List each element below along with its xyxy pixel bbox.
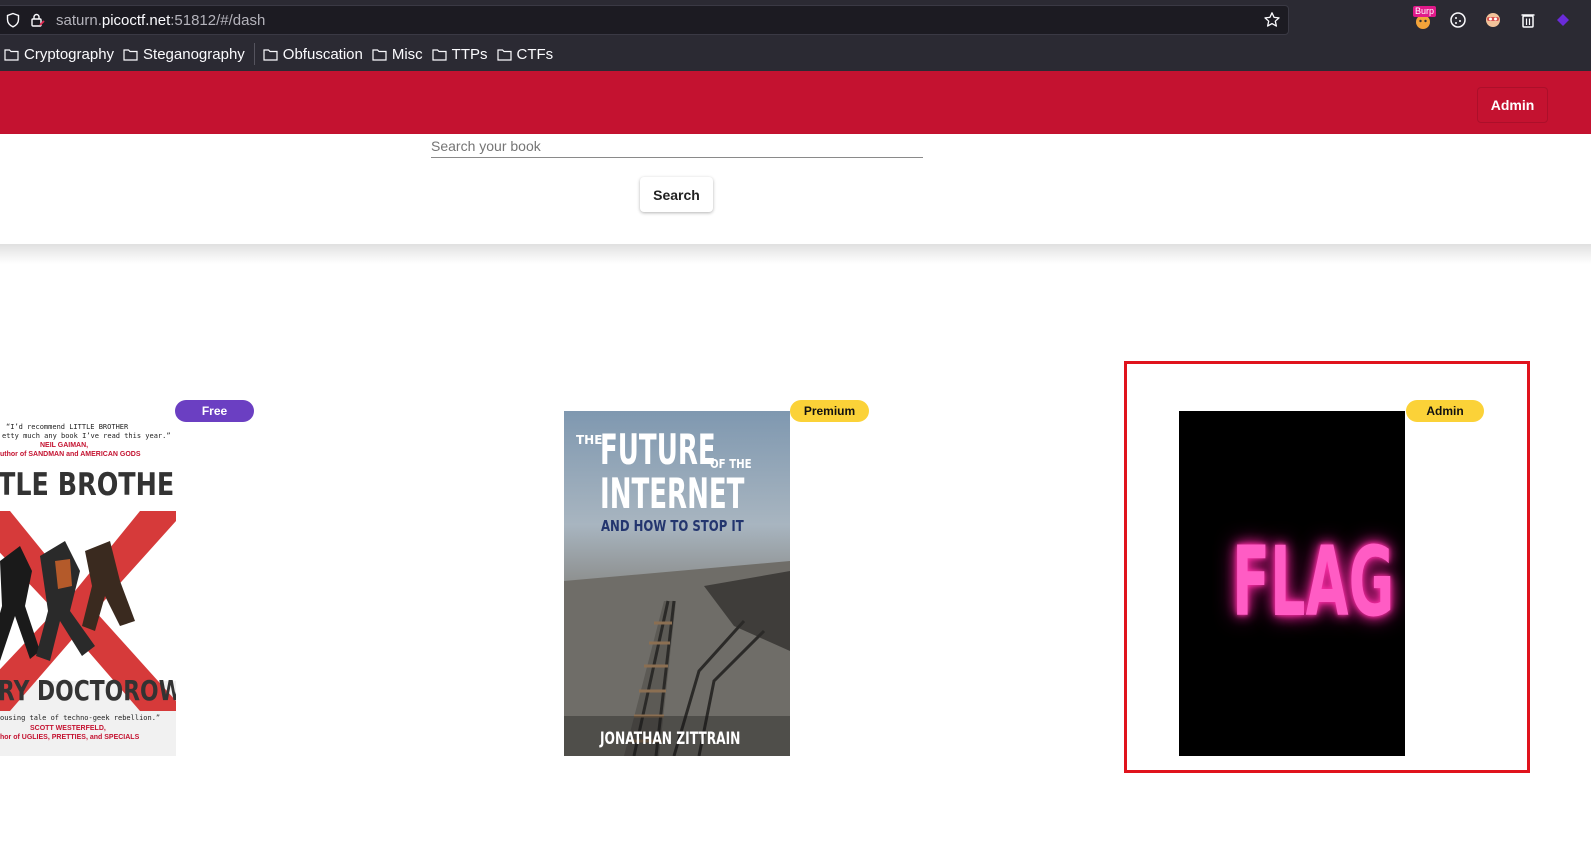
admin-button[interactable]: Admin xyxy=(1477,87,1548,123)
cover-quote-author-sub: hor of UGLIES, PRETTIES, and SPECIALS xyxy=(0,734,140,741)
section-divider xyxy=(0,244,1591,264)
cover-title-line-2: INTERNET xyxy=(600,469,745,518)
cover-quote-line: ousing tale of techno-geek rebellion.” xyxy=(0,714,161,722)
app-header: Admin xyxy=(0,71,1591,134)
search-input[interactable] xyxy=(431,134,923,158)
cover-title-flag: FLAG xyxy=(1232,526,1395,638)
bookmark-label: TTPs xyxy=(451,45,488,63)
bookmarks-bar: Cryptography Steganography Obfuscation M… xyxy=(0,42,558,66)
bookmark-folder-misc[interactable]: Misc xyxy=(368,42,428,66)
cover-author: JONATHAN ZITTRAIN xyxy=(600,729,741,749)
cover-quote-author-sub: uthor of SANDMAN and AMERICAN GODS xyxy=(0,451,141,458)
book-cover-flag[interactable]: FLAG xyxy=(1179,411,1405,756)
shield-icon[interactable] xyxy=(5,12,21,28)
badge-free: Free xyxy=(175,400,254,422)
folder-icon xyxy=(496,48,512,61)
extension-badge: Burp xyxy=(1413,6,1437,17)
folder-icon xyxy=(4,48,19,61)
bookmark-label: Steganography xyxy=(143,45,245,63)
badge-admin: Admin xyxy=(1406,400,1484,422)
address-bar[interactable]: saturn.picoctf.net:51812/#/dash xyxy=(0,5,1289,35)
browser-toolbar: saturn.picoctf.net:51812/#/dash Burp Cry… xyxy=(0,0,1591,71)
cover-title-the: THE xyxy=(576,433,603,447)
extension-purple-icon[interactable] xyxy=(1553,10,1573,30)
folder-icon xyxy=(263,48,278,61)
bookmark-label: Cryptography xyxy=(24,45,115,63)
cover-title-line-1: FUTURE xyxy=(600,425,716,474)
bookmark-label: Misc xyxy=(391,45,423,63)
cover-author: RY DOCTOROW xyxy=(0,674,176,707)
folder-icon xyxy=(123,48,138,61)
bookmark-folder-ctfs[interactable]: CTFs xyxy=(493,42,559,66)
lock-warning-icon[interactable] xyxy=(29,12,45,28)
bookmark-star-icon[interactable] xyxy=(1263,11,1281,29)
cover-subtitle: AND HOW TO STOP IT xyxy=(601,517,744,535)
search-panel: Search xyxy=(0,134,1591,244)
url-text[interactable]: saturn.picoctf.net:51812/#/dash xyxy=(56,12,265,29)
bookmark-label: Obfuscation xyxy=(282,45,363,63)
cover-quote-author: NEIL GAIMAN, xyxy=(40,442,89,449)
search-button[interactable]: Search xyxy=(640,177,713,212)
badge-premium: Premium xyxy=(790,400,869,422)
cover-quote-line: “I’d recommend LITTLE BROTHER xyxy=(6,423,129,431)
cookie-icon[interactable] xyxy=(1448,10,1468,30)
bookmark-separator xyxy=(253,43,255,65)
book-cover-little-brother[interactable]: “I’d recommend LITTLE BROTHER etty much … xyxy=(0,411,176,756)
trash-icon[interactable] xyxy=(1518,10,1538,30)
folder-icon xyxy=(372,48,387,61)
cover-quote-author: SCOTT WESTERFELD, xyxy=(30,725,106,732)
bookmark-folder-ttps[interactable]: TTPs xyxy=(428,42,493,66)
bookmark-label: CTFs xyxy=(516,45,554,63)
bookmark-folder-cryptography[interactable]: Cryptography xyxy=(0,42,119,66)
bookmark-folder-steganography[interactable]: Steganography xyxy=(119,42,250,66)
cover-title: TLE BROTHER xyxy=(0,467,176,503)
book-cover-future-of-internet[interactable]: THE FUTURE OF THE INTERNET AND HOW TO ST… xyxy=(564,411,790,756)
bookmark-folder-obfuscation[interactable]: Obfuscation xyxy=(259,42,368,66)
folder-icon xyxy=(432,48,447,61)
cover-quote-line: etty much any book I’ve read this year.” xyxy=(2,432,171,440)
wappalyzer-face-icon[interactable] xyxy=(1483,10,1503,30)
